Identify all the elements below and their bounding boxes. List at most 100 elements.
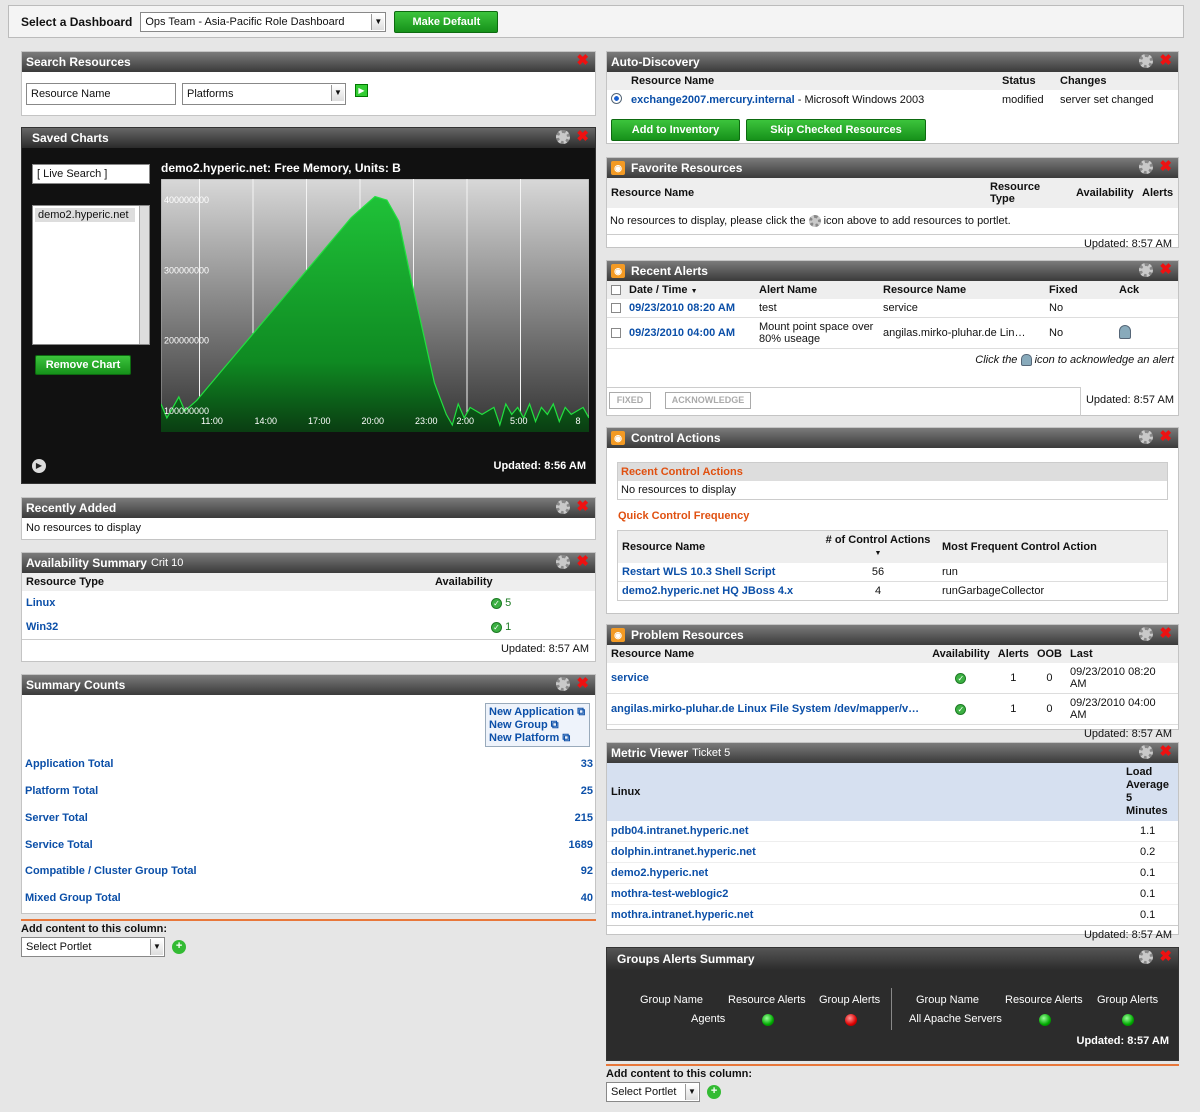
- gear-icon[interactable]: [556, 555, 571, 569]
- close-icon[interactable]: ✖: [1159, 949, 1172, 964]
- table-row: Restart WLS 10.3 Shell Script 56 run: [618, 563, 1167, 582]
- x-tick-label: 8: [576, 416, 581, 426]
- empty-message: No resources to display, please click th…: [607, 208, 1178, 236]
- resource-type-link[interactable]: Linux: [26, 597, 55, 609]
- group-alert-green-icon: [1122, 1014, 1134, 1026]
- recent-control-box: Recent Control Actions No resources to d…: [617, 462, 1168, 500]
- groups-alerts-portlet: Groups Alerts Summary ✖ Group Name Resour…: [606, 947, 1179, 1061]
- close-icon[interactable]: ✖: [1159, 262, 1172, 277]
- portlet-header: ◉ Control Actions ✖: [607, 428, 1178, 448]
- live-search-input[interactable]: [ Live Search ]: [32, 164, 150, 184]
- new-application-link[interactable]: New Application ⧉: [489, 706, 586, 719]
- resource-alert-green-icon: [762, 1014, 774, 1026]
- close-icon[interactable]: ✖: [1159, 53, 1172, 68]
- rss-icon[interactable]: ◉: [611, 431, 625, 445]
- chevron-down-icon: ▼: [150, 939, 163, 955]
- check-icon: ✓: [491, 597, 502, 609]
- close-icon[interactable]: ✖: [576, 129, 589, 144]
- portlet-header: Summary Counts ✖: [22, 675, 595, 695]
- close-icon[interactable]: ✖: [1159, 744, 1172, 759]
- fixed-button[interactable]: FIXED: [609, 392, 651, 409]
- skip-checked-button[interactable]: Skip Checked Resources: [746, 119, 926, 141]
- rss-icon[interactable]: ◉: [611, 161, 625, 175]
- updated-text: Updated: 8:57 AM: [1083, 728, 1172, 740]
- table-row: exchange2007.mercury.internal - Microsof…: [607, 90, 1178, 110]
- check-icon: ✓: [955, 703, 967, 715]
- scrollbar[interactable]: [139, 206, 149, 344]
- list-item: Mixed Group Total 40: [25, 892, 593, 904]
- list-item[interactable]: demo2.hyperic.net: [35, 208, 135, 222]
- gear-icon[interactable]: [556, 500, 571, 514]
- gear-icon[interactable]: [1139, 54, 1154, 68]
- x-tick-label: 5:00: [510, 416, 528, 426]
- rss-icon[interactable]: ◉: [611, 628, 625, 642]
- remove-chart-button[interactable]: Remove Chart: [35, 355, 131, 375]
- summary-counts-portlet: Summary Counts ✖ New Application ⧉ New Gr…: [21, 674, 596, 914]
- metric-table: Linux Load Average 5 Minutes pdb04.intranet…: [607, 763, 1178, 926]
- acknowledge-user-icon[interactable]: [1119, 324, 1131, 339]
- gear-icon[interactable]: [1139, 263, 1154, 277]
- control-actions-portlet: ◉ Control Actions ✖ Recent Control Actions…: [606, 427, 1179, 614]
- close-icon[interactable]: ✖: [1159, 626, 1172, 641]
- group-name[interactable]: All Apache Servers: [909, 1013, 1002, 1025]
- problem-resources-portlet: ◉ Problem Resources ✖ Resource Name Availab…: [606, 624, 1179, 740]
- list-item: Server Total 215: [25, 812, 593, 824]
- close-icon[interactable]: ✖: [576, 554, 589, 569]
- go-arrow-icon[interactable]: ▶: [355, 84, 368, 97]
- left-add-content: Add content to this column: Select Portl…: [21, 919, 596, 957]
- gear-icon[interactable]: [1139, 160, 1154, 174]
- check-icon: ✓: [955, 672, 967, 684]
- saved-charts-portlet: Saved Charts ✖ [ Live Search ] demo2.hype…: [21, 127, 596, 484]
- resource-type-link[interactable]: Win32: [26, 621, 58, 633]
- availability-summary-portlet: Availability Summary Crit 10 ✖ Resource Ty…: [21, 552, 596, 662]
- acknowledge-button[interactable]: ACKNOWLEDGE: [665, 392, 751, 409]
- add-icon[interactable]: +: [707, 1085, 722, 1100]
- metric-viewer-portlet: Metric Viewer Ticket 5 ✖ Linux Load Average 5…: [606, 742, 1179, 941]
- group-name[interactable]: Agents: [691, 1013, 725, 1025]
- gear-icon[interactable]: [1139, 745, 1154, 759]
- add-to-inventory-button[interactable]: Add to Inventory: [611, 119, 740, 141]
- gear-icon[interactable]: [1139, 430, 1154, 444]
- recent-alerts-portlet: ◉ Recent Alerts ✖ Date / Time ▼ Alert Name R…: [606, 260, 1179, 416]
- gear-icon[interactable]: [1139, 627, 1154, 641]
- add-icon[interactable]: +: [172, 940, 187, 955]
- gear-icon[interactable]: [556, 677, 571, 691]
- list-item: Service Total 1689: [25, 839, 593, 851]
- row-checkbox[interactable]: [611, 303, 621, 314]
- resource-type-select[interactable]: Platforms ▼: [182, 83, 346, 105]
- divider: [891, 988, 892, 1030]
- alerts-table: Date / Time ▼ Alert Name Resource Name Fixe…: [607, 281, 1178, 349]
- portlet-header: Metric Viewer Ticket 5 ✖: [607, 743, 1178, 763]
- close-icon[interactable]: ✖: [576, 53, 589, 68]
- search-resources-portlet: Search Resources ✖ Resource Name Platform…: [21, 51, 596, 116]
- gear-icon[interactable]: [556, 130, 571, 144]
- close-icon[interactable]: ✖: [576, 676, 589, 691]
- rss-icon[interactable]: ◉: [611, 264, 625, 278]
- select-portlet-left[interactable]: Select Portlet ▼: [21, 937, 165, 957]
- new-group-link[interactable]: New Group ⧉: [489, 719, 586, 732]
- ack-hint: Click the icon to acknowledge an alert: [975, 354, 1174, 367]
- select-all-checkbox[interactable]: [611, 285, 621, 296]
- updated-text: Updated: 8:57 AM: [1085, 394, 1174, 406]
- updated-text: Updated: 8:57 AM: [1076, 1035, 1170, 1047]
- x-tick-label: 20:00: [362, 416, 385, 426]
- chart-list: demo2.hyperic.net: [32, 205, 150, 345]
- gear-icon[interactable]: [1139, 950, 1154, 964]
- check-icon: ✓: [491, 621, 502, 633]
- chevron-down-icon: ▼: [685, 1084, 698, 1100]
- make-default-button[interactable]: Make Default: [394, 10, 499, 33]
- table-row: angilas.mirko-pluhar.de Linux File Syste…: [607, 694, 1178, 725]
- close-icon[interactable]: ✖: [1159, 159, 1172, 174]
- select-portlet-right[interactable]: Select Portlet ▼: [606, 1082, 700, 1102]
- resource-name-input[interactable]: Resource Name: [26, 83, 176, 105]
- portlet-header: Search Resources ✖: [22, 52, 595, 72]
- close-icon[interactable]: ✖: [1159, 429, 1172, 444]
- play-icon[interactable]: ▶: [32, 459, 46, 473]
- radio-button[interactable]: [611, 93, 622, 104]
- close-icon[interactable]: ✖: [576, 499, 589, 514]
- row-checkbox[interactable]: [611, 328, 621, 339]
- table-row: demo2.hyperic.net 0.1: [607, 863, 1178, 884]
- dashboard-select[interactable]: Ops Team - Asia-Pacific Role Dashboard ▼: [140, 11, 387, 32]
- dashboard-bar: Select a Dashboard Ops Team - Asia-Pacif…: [8, 5, 1184, 38]
- new-platform-link[interactable]: New Platform ⧉: [489, 732, 586, 745]
